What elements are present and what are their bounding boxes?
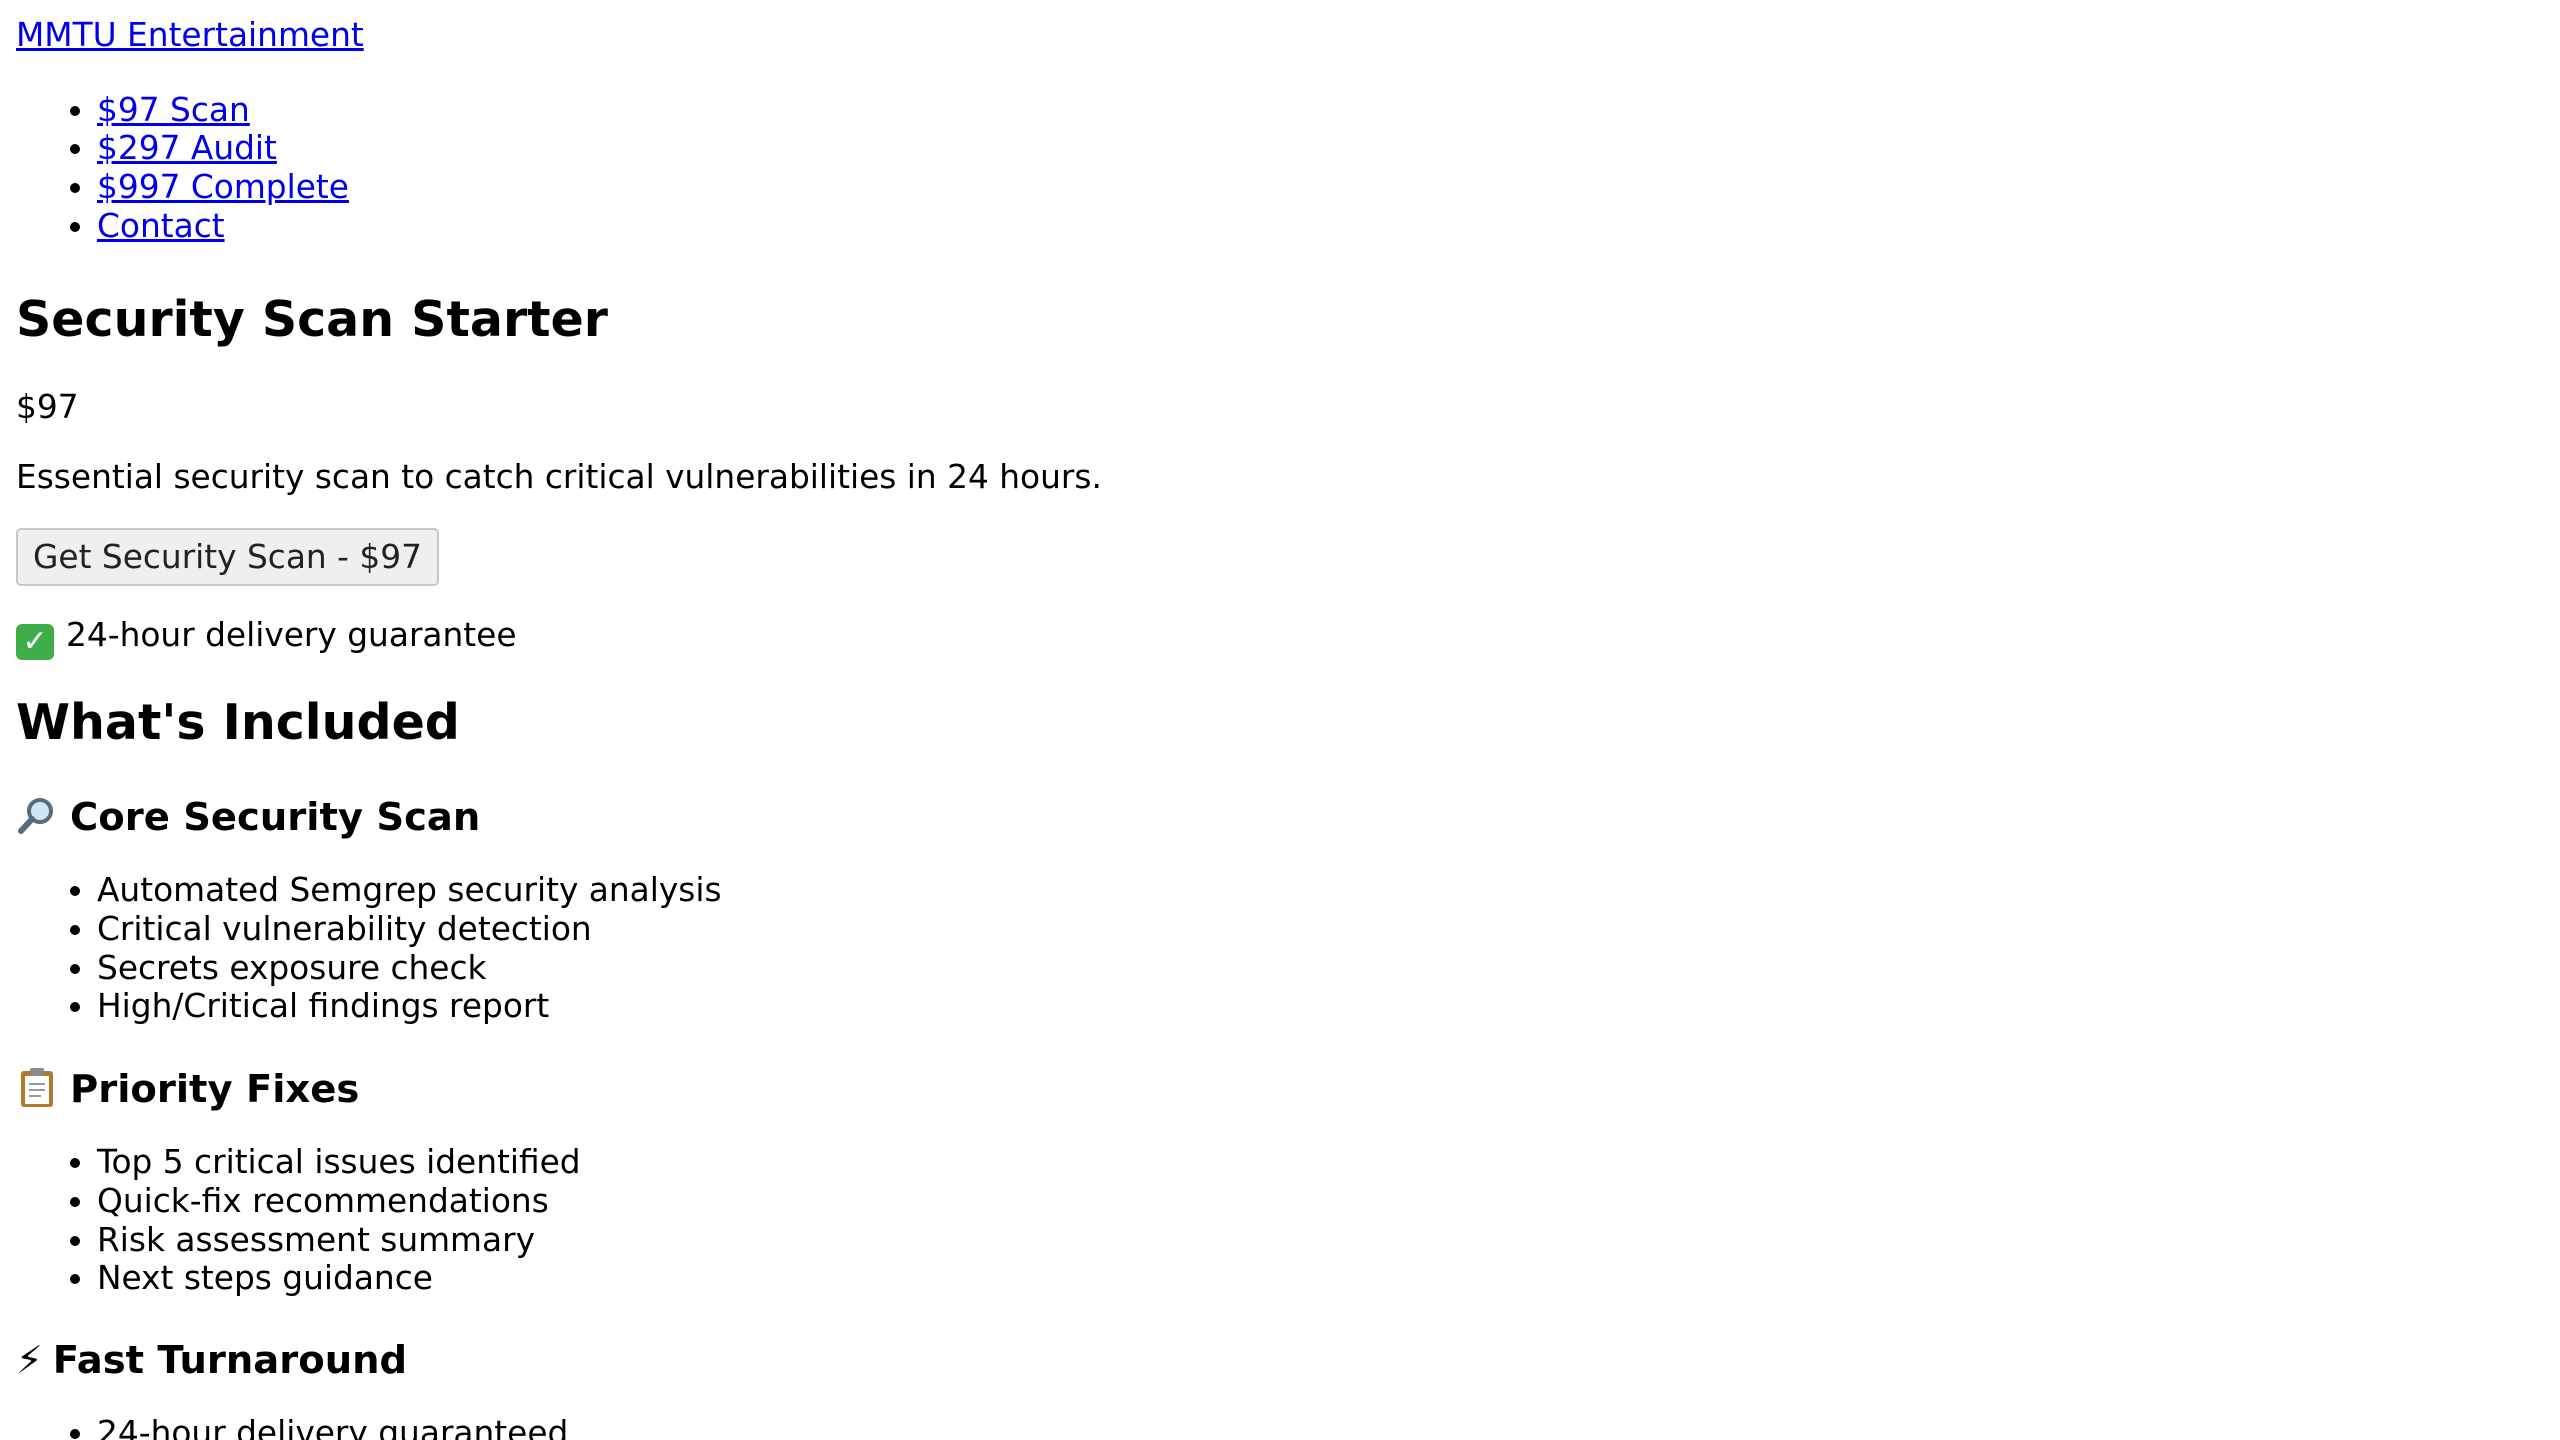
get-security-scan-button[interactable]: Get Security Scan - $97 xyxy=(16,527,439,587)
lightning-icon: ⚡ xyxy=(16,1337,43,1382)
priority-fixes-list: Top 5 critical issues identified Quick-f… xyxy=(16,1143,2544,1298)
section-title: Priority Fixes xyxy=(70,1067,360,1113)
core-security-scan-list: Automated Semgrep security analysis Crit… xyxy=(16,871,2544,1026)
section-title: Fast Turnaround xyxy=(52,1337,408,1383)
list-item: 24-hour delivery guaranteed xyxy=(97,1414,2544,1440)
list-item: Automated Semgrep security analysis xyxy=(97,871,2544,910)
brand-link[interactable]: MMTU Entertainment xyxy=(16,16,2544,55)
nav-link-97-scan[interactable]: $97 Scan xyxy=(97,91,250,129)
guarantee-text: 24-hour delivery guarantee xyxy=(66,616,517,655)
included-heading: What's Included xyxy=(16,694,460,752)
nav-item: $297 Audit xyxy=(97,129,2544,168)
list-item: Risk assessment summary xyxy=(97,1221,2544,1260)
nav-item: Contact xyxy=(97,207,2544,246)
nav-list: $97 Scan $297 Audit $997 Complete Contac… xyxy=(16,91,2544,246)
fast-turnaround-list: 24-hour delivery guaranteed xyxy=(16,1414,2544,1440)
list-item: Quick-fix recommendations xyxy=(97,1182,2544,1221)
nav-item: $97 Scan xyxy=(97,91,2544,130)
guarantee-note: ✓ 24-hour delivery guarantee xyxy=(16,616,2544,661)
nav-link-997-complete[interactable]: $997 Complete xyxy=(97,168,349,206)
page-title: Security Scan Starter xyxy=(16,291,608,349)
page: MMTU Entertainment $97 Scan $297 Audit $… xyxy=(0,0,2560,1440)
section-heading-fast-turnaround: ⚡ Fast Turnaround xyxy=(16,1338,2544,1384)
nav-link-contact[interactable]: Contact xyxy=(97,207,225,245)
check-mark-icon: ✓ xyxy=(16,624,54,661)
product-description: Essential security scan to catch critica… xyxy=(16,457,1102,496)
section-heading-priority-fixes: Priority Fixes xyxy=(16,1066,2544,1113)
list-item: Secrets exposure check xyxy=(97,949,2544,988)
list-item: Critical vulnerability detection xyxy=(97,910,2544,949)
section-heading-core-security-scan: Core Security Scan xyxy=(16,795,2544,841)
nav-link-297-audit[interactable]: $297 Audit xyxy=(97,129,277,167)
magnifying-glass-icon xyxy=(16,795,60,841)
list-item: High/Critical findings report xyxy=(97,987,2544,1026)
price: $97 xyxy=(16,388,79,427)
nav-item: $997 Complete xyxy=(97,168,2544,207)
section-title: Core Security Scan xyxy=(70,795,481,841)
list-item: Top 5 critical issues identified xyxy=(97,1143,2544,1182)
clipboard-icon xyxy=(16,1066,60,1113)
list-item: Next steps guidance xyxy=(97,1259,2544,1298)
